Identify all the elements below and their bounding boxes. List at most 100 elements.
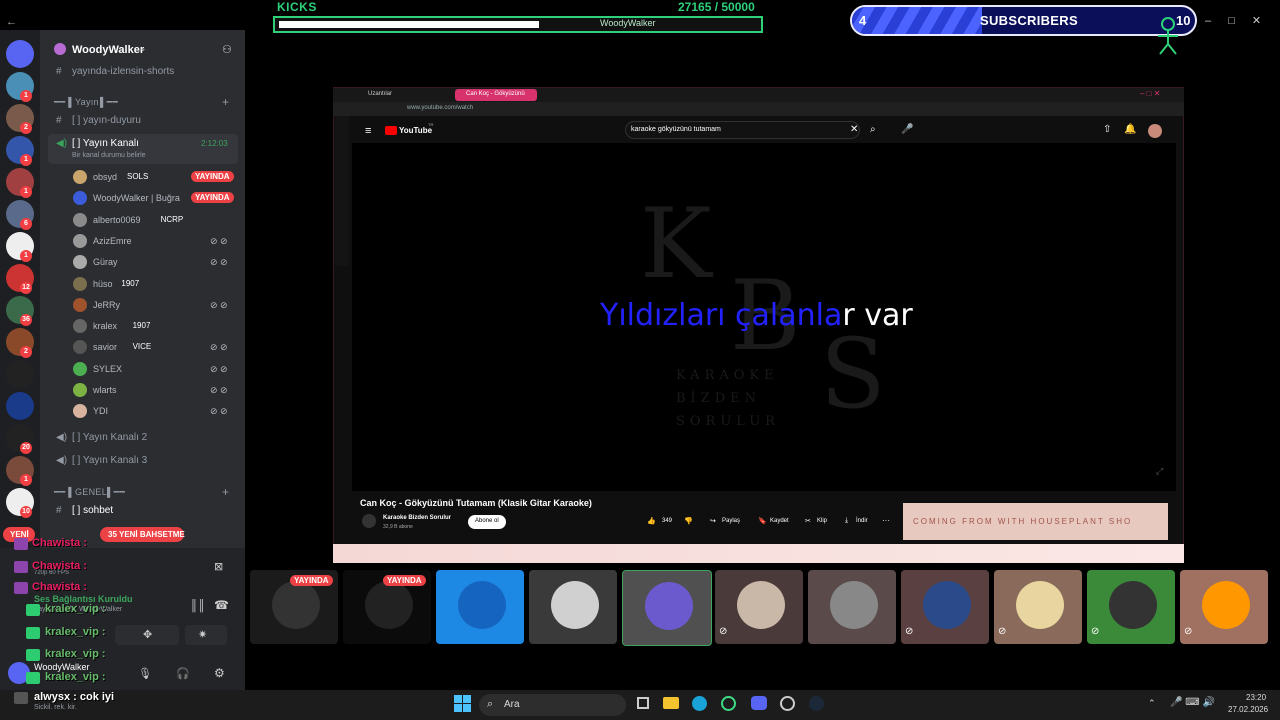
like-icon[interactable]: 👍: [647, 517, 656, 525]
download-icon[interactable]: ⤓: [845, 517, 848, 525]
app-icon[interactable]: [780, 696, 795, 711]
voice-user-name[interactable]: YDI: [93, 406, 108, 416]
participant-tile[interactable]: [808, 570, 896, 644]
voice-search-icon[interactable]: 🎤: [901, 124, 913, 135]
voice-user-name[interactable]: Güray: [93, 257, 118, 267]
settings-gear-icon[interactable]: ⚙: [214, 666, 225, 680]
avatar[interactable]: [73, 212, 87, 227]
avatar[interactable]: [73, 297, 87, 312]
live-badge[interactable]: YAYINDA: [191, 171, 234, 182]
share-icon[interactable]: ↪: [710, 517, 716, 525]
guild-name[interactable]: WoodyWalker: [72, 44, 144, 56]
back-icon[interactable]: ←: [6, 16, 17, 28]
discord-taskbar-icon[interactable]: [751, 696, 767, 710]
voice-user-name[interactable]: SYLEX: [93, 364, 122, 374]
edge-icon[interactable]: [692, 696, 707, 711]
disconnect-icon[interactable]: ☎: [214, 598, 229, 612]
url-text[interactable]: www.youtube.com/watch: [407, 105, 473, 111]
clear-search-icon[interactable]: ✕: [850, 124, 858, 135]
search-icon[interactable]: ⌕: [487, 698, 493, 711]
task-view-icon[interactable]: [637, 697, 649, 709]
voice-channel-name[interactable]: [ ] Yayın Kanalı: [72, 138, 139, 149]
noise-suppression-icon[interactable]: ║║: [190, 600, 206, 612]
participant-tile[interactable]: [622, 570, 712, 646]
avatar[interactable]: [73, 276, 87, 291]
voice-user-name[interactable]: alberto0069: [93, 215, 141, 225]
upload-icon[interactable]: ⇧: [1103, 124, 1111, 135]
participant-tile[interactable]: YAYINDA: [250, 570, 338, 644]
new-mentions-pill[interactable]: 35 YENİ BAHSETME: [108, 530, 185, 539]
avatar[interactable]: [73, 170, 87, 184]
voice-user-name[interactable]: savior: [93, 342, 117, 352]
clip-icon[interactable]: ✂: [805, 517, 811, 525]
channel-sohbet[interactable]: [ ] sohbet: [72, 505, 113, 516]
live-badge[interactable]: YAYINDA: [191, 192, 234, 204]
soundboard-icon[interactable]: ✷: [198, 628, 207, 641]
subscribe-button[interactable]: Abone ol: [475, 518, 499, 524]
window-controls[interactable]: – □ ✕: [1205, 14, 1261, 27]
server-icon[interactable]: [6, 360, 34, 388]
server-icon[interactable]: [6, 40, 34, 68]
server-icon[interactable]: [6, 392, 34, 420]
participant-tile[interactable]: ⊘: [1087, 570, 1175, 644]
dislike-icon[interactable]: 👎: [684, 517, 693, 525]
youtube-logo-text[interactable]: YouTube: [399, 126, 432, 135]
app-icon[interactable]: [721, 696, 736, 711]
minimize-button[interactable]: –: [1205, 15, 1211, 27]
participant-tile[interactable]: [529, 570, 617, 644]
search-input[interactable]: karaoke gökyüzünü tutamam: [631, 126, 721, 133]
voice-user-name[interactable]: obsyd: [93, 172, 117, 182]
save-button[interactable]: Kaydet: [770, 518, 789, 524]
voice-user-name[interactable]: JeRRy: [93, 300, 120, 310]
clock-date[interactable]: 27.02.2026: [1228, 705, 1268, 714]
clip-button[interactable]: Klip: [817, 518, 827, 524]
channel-yayin-duyuru[interactable]: [ ] yayın-duyuru: [72, 115, 141, 126]
like-count[interactable]: 349: [662, 518, 672, 524]
chevron-down-icon[interactable]: ⌄: [139, 43, 147, 54]
activities-icon[interactable]: ✥: [143, 628, 152, 641]
avatar[interactable]: [73, 383, 87, 397]
tray-expand-icon[interactable]: ⌃: [1148, 698, 1156, 709]
participant-tile[interactable]: ⊘: [715, 570, 803, 644]
download-button[interactable]: İndir: [856, 518, 868, 524]
channel-name[interactable]: Karaoke Bizden Sorulur: [383, 515, 451, 521]
voice-user-name[interactable]: hüso: [93, 279, 113, 289]
save-icon[interactable]: 🔖: [758, 517, 767, 525]
windows-start-icon[interactable]: [454, 695, 472, 713]
channel-shorts[interactable]: yayında-izlensin-shorts: [72, 66, 174, 77]
browser-tab-extensions[interactable]: Uzantılar: [368, 91, 392, 97]
close-button[interactable]: ✕: [1252, 15, 1261, 27]
notifications-icon[interactable]: 🔔: [1124, 124, 1136, 135]
avatar[interactable]: [73, 319, 87, 334]
channel-avatar[interactable]: [362, 514, 376, 528]
participant-tile[interactable]: ⊘: [1180, 570, 1268, 644]
avatar[interactable]: [73, 361, 87, 376]
file-explorer-icon[interactable]: [663, 697, 679, 709]
category-yayin[interactable]: Yayın: [75, 97, 99, 107]
voice-user-name[interactable]: WoodyWalker | Buğra: [93, 193, 180, 203]
account-avatar[interactable]: [1148, 124, 1162, 138]
browser-window-controls[interactable]: – □ ✕: [1140, 89, 1160, 98]
promo-banner[interactable]: COMING FROM WITH HOUSEPLANT SHO: [903, 503, 1168, 540]
microphone-icon[interactable]: 🎙: [138, 667, 152, 680]
maximize-button[interactable]: □: [1228, 15, 1235, 27]
voice-channel-2[interactable]: [ ] Yayın Kanalı 2: [72, 432, 147, 443]
browser-tab-youtube[interactable]: Can Koç - Gökyüzünü: [466, 91, 525, 97]
add-channel-icon[interactable]: +: [222, 95, 229, 109]
close-icon[interactable]: ⊠: [214, 560, 223, 573]
voice-user-name[interactable]: kralex: [93, 321, 117, 331]
taskbar-search[interactable]: [479, 694, 626, 716]
participant-tile[interactable]: [436, 570, 524, 644]
participant-tile[interactable]: YAYINDA: [343, 570, 431, 644]
avatar[interactable]: [73, 233, 87, 248]
participant-tile[interactable]: ⊘: [994, 570, 1082, 644]
voice-status[interactable]: Bir kanal durumu belirle: [72, 152, 146, 159]
menu-icon[interactable]: ≡: [365, 125, 371, 137]
category-genel[interactable]: GENEL: [75, 487, 107, 497]
clock-time[interactable]: 23:20: [1246, 693, 1266, 702]
fullscreen-icon[interactable]: ⤢: [1156, 466, 1163, 477]
youtube-logo-icon[interactable]: [385, 126, 397, 135]
steam-icon[interactable]: [809, 696, 824, 711]
add-member-icon[interactable]: ⚇: [222, 43, 232, 56]
voice-user-name[interactable]: AzizEmre: [93, 236, 132, 246]
